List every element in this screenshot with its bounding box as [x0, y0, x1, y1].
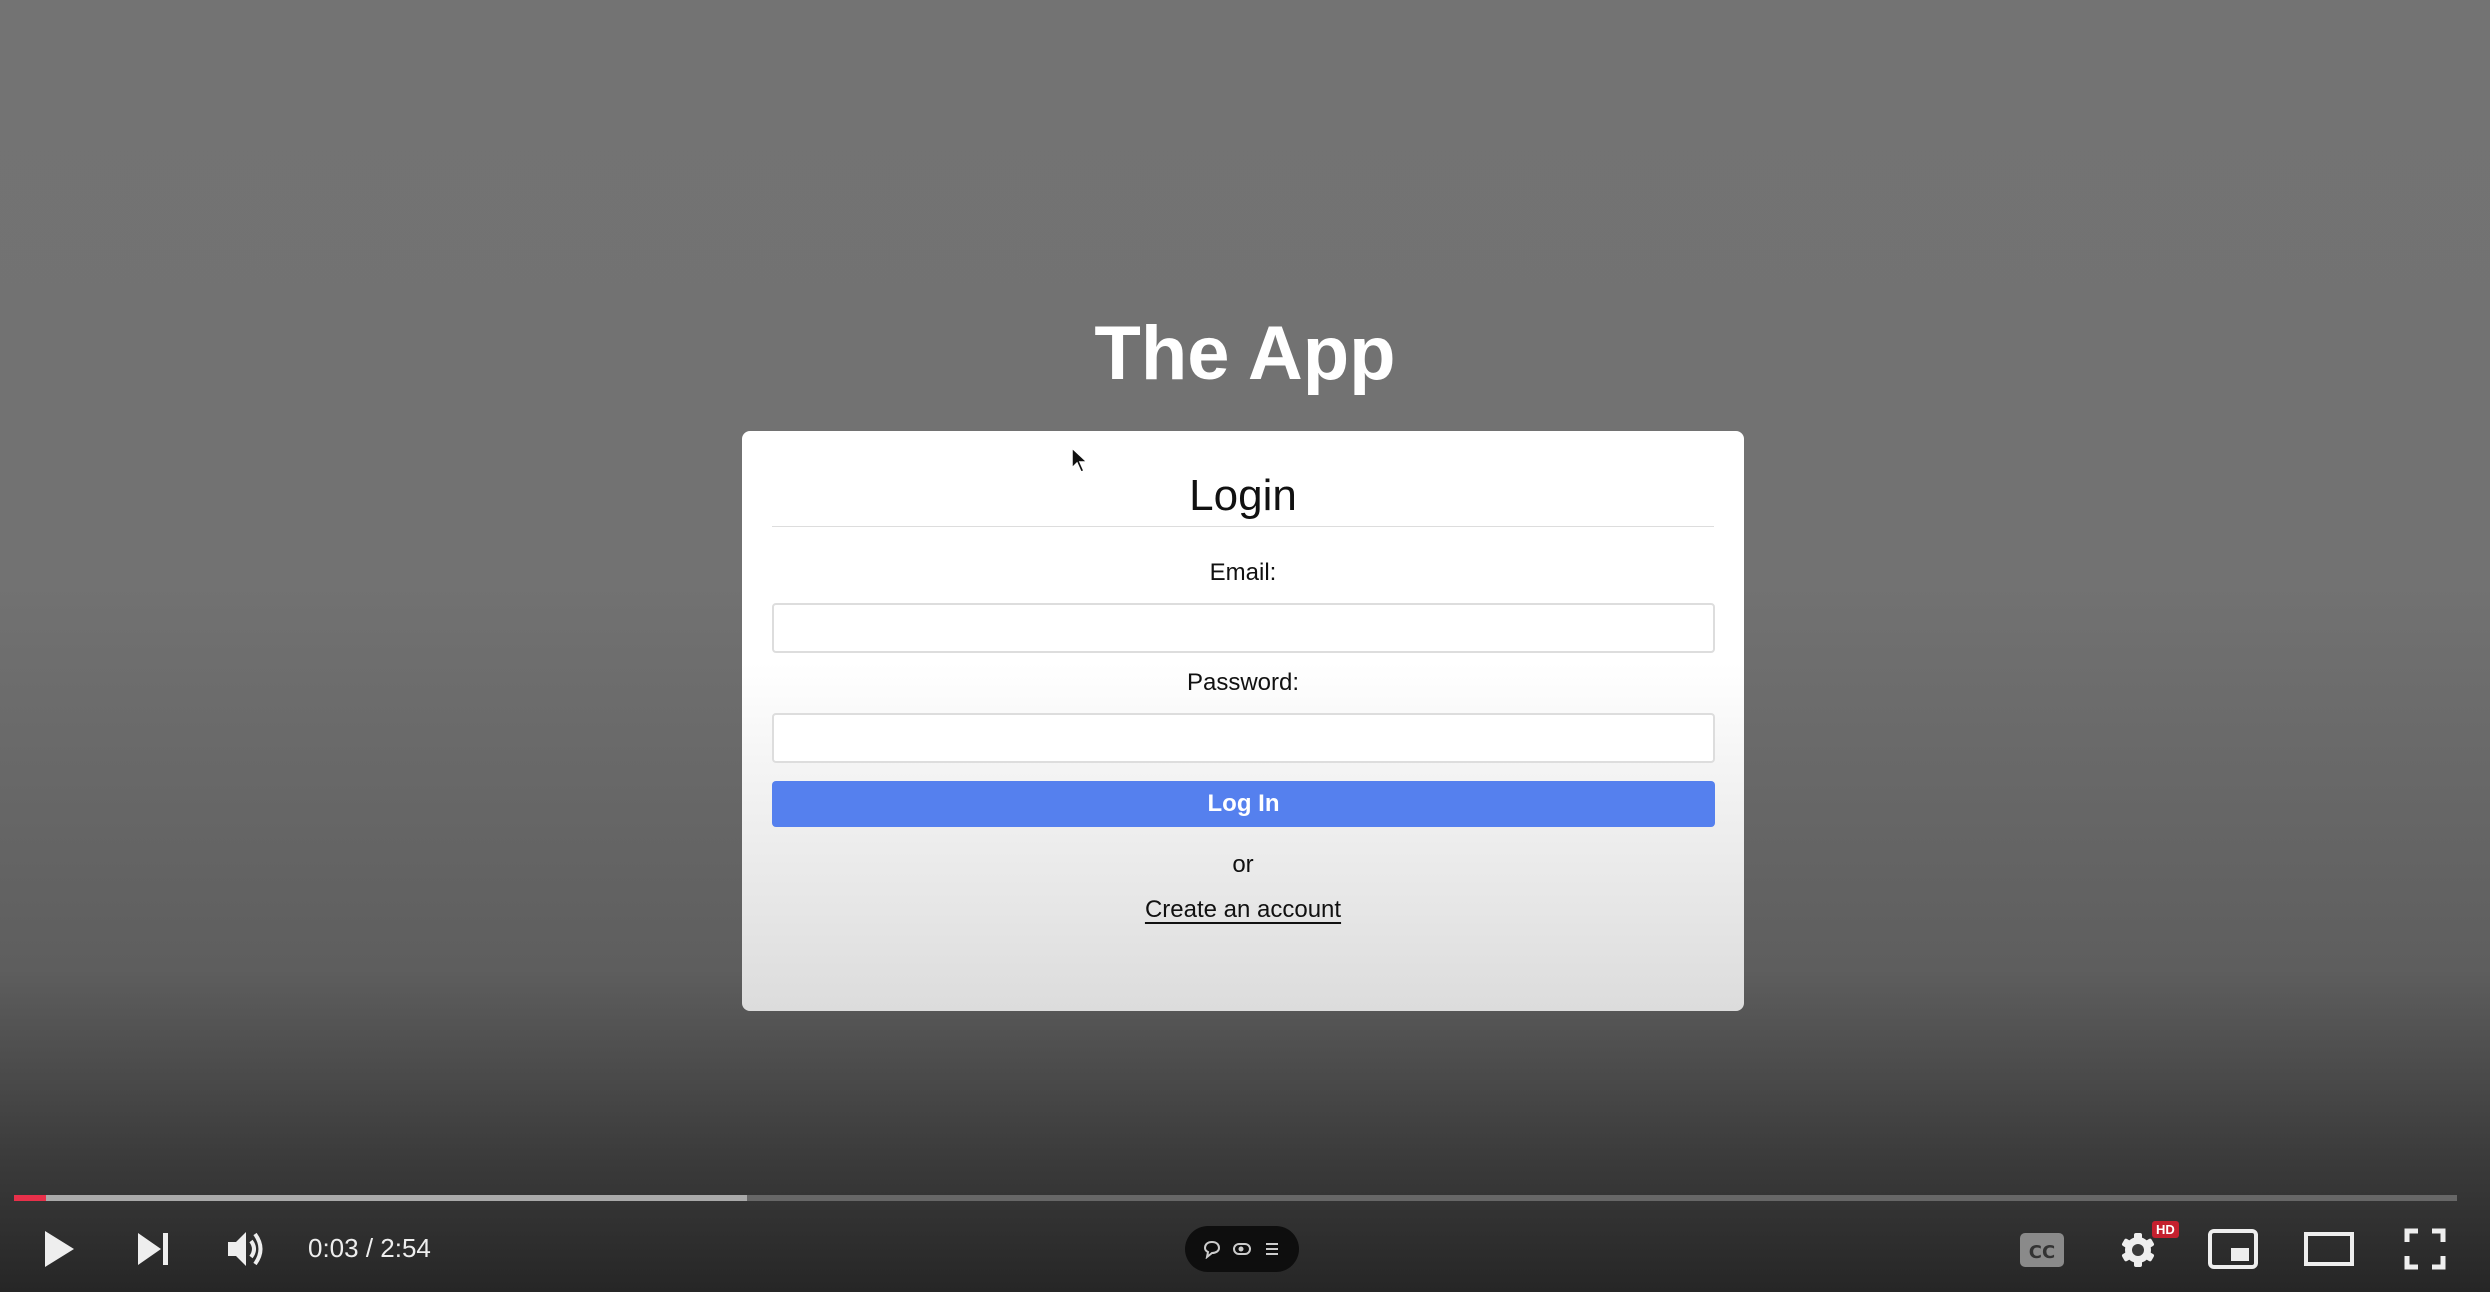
play-button[interactable]	[34, 1224, 84, 1274]
settings-button[interactable]: HD	[2110, 1221, 2179, 1274]
login-button[interactable]: Log In	[772, 781, 1715, 827]
buffered-bar	[14, 1195, 747, 1201]
create-account-link[interactable]: Create an account	[1145, 896, 1341, 923]
duration: 2:54	[380, 1233, 431, 1263]
toggle-icon[interactable]	[1232, 1239, 1252, 1259]
played-bar	[14, 1195, 46, 1201]
svg-text:CC: CC	[2029, 1242, 2055, 1263]
fullscreen-icon	[2404, 1228, 2446, 1270]
volume-button[interactable]	[222, 1224, 272, 1274]
theater-mode-button[interactable]	[2302, 1224, 2356, 1274]
miniplayer-button[interactable]	[2206, 1224, 2260, 1274]
list-icon[interactable]	[1262, 1239, 1282, 1259]
current-time: 0:03	[308, 1233, 359, 1263]
email-label: Email:	[1209, 559, 1277, 586]
password-label: Password:	[1186, 669, 1300, 696]
app-title: The App	[1094, 311, 1396, 396]
captions-button[interactable]: CC	[2016, 1224, 2068, 1274]
time-separator: /	[358, 1233, 381, 1263]
theater-icon	[2304, 1232, 2354, 1266]
time-display: 0:03 / 2:54	[308, 1233, 431, 1264]
comment-icon[interactable]	[1202, 1239, 1222, 1259]
or-text: or	[1232, 851, 1254, 878]
login-heading: Login	[1189, 471, 1297, 520]
play-icon	[45, 1231, 74, 1267]
email-field[interactable]	[772, 603, 1715, 653]
divider	[772, 526, 1714, 527]
login-card: Login Email: Password: Log In or Create …	[742, 431, 1744, 1011]
mouse-cursor-icon	[1071, 446, 1089, 473]
volume-icon	[228, 1232, 263, 1266]
chapter-pill[interactable]	[1185, 1226, 1299, 1272]
progress-bar[interactable]	[14, 1195, 2457, 1201]
next-button[interactable]	[128, 1224, 178, 1274]
miniplayer-icon	[2208, 1229, 2258, 1269]
captions-icon: CC	[2020, 1233, 2064, 1267]
next-icon	[138, 1233, 168, 1265]
hd-badge: HD	[2152, 1221, 2179, 1238]
password-field[interactable]	[772, 713, 1715, 763]
fullscreen-button[interactable]	[2400, 1224, 2450, 1274]
